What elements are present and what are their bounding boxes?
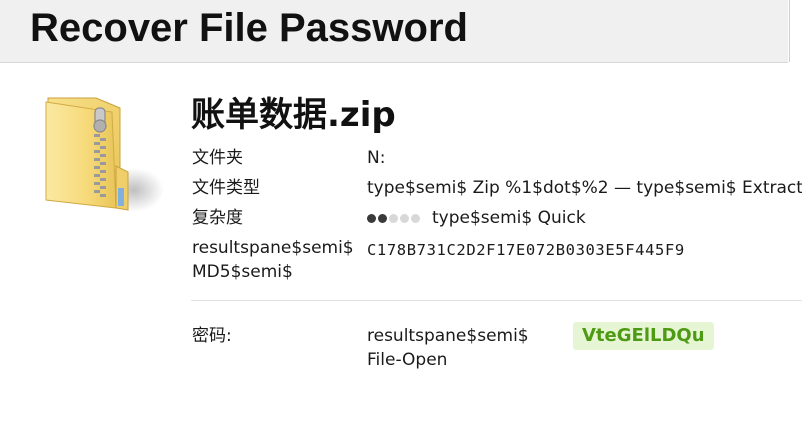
section-divider <box>191 300 802 301</box>
file-type-label: 文件类型 <box>192 178 260 198</box>
file-name: 账单数据.zip <box>191 95 396 135</box>
complexity-meter <box>367 212 420 224</box>
window-title: Recover File Password <box>30 6 468 50</box>
md5-label-line2: MD5$semi$ <box>192 262 293 282</box>
recovery-method-line2: File-Open <box>367 350 448 370</box>
file-type-value: type$semi$ Zip %1$dot$%2 — type$semi$ Ex… <box>367 178 802 198</box>
password-label: 密码: <box>192 326 232 346</box>
title-bar: Recover File Password <box>0 0 788 63</box>
complexity-dot <box>389 213 398 223</box>
password-value[interactable]: VteGElLDQu <box>573 322 714 350</box>
md5-value: C178B731C2D2F17E072B0303E5F445F9 <box>367 241 685 259</box>
complexity-value: type$semi$ Quick <box>432 208 586 228</box>
complexity-label: 复杂度 <box>192 208 243 228</box>
folder-value: N: <box>367 148 386 168</box>
recovery-method-line1: resultspane$semi$ <box>367 326 529 346</box>
complexity-dot <box>378 213 387 223</box>
complexity-dot <box>411 213 420 223</box>
title-bar-edge <box>789 0 802 62</box>
folder-label: 文件夹 <box>192 148 243 168</box>
complexity-dot <box>367 213 376 223</box>
complexity-dot <box>400 213 409 223</box>
zip-folder-icon <box>42 96 164 212</box>
md5-label-line1: resultspane$semi$ <box>192 238 354 258</box>
